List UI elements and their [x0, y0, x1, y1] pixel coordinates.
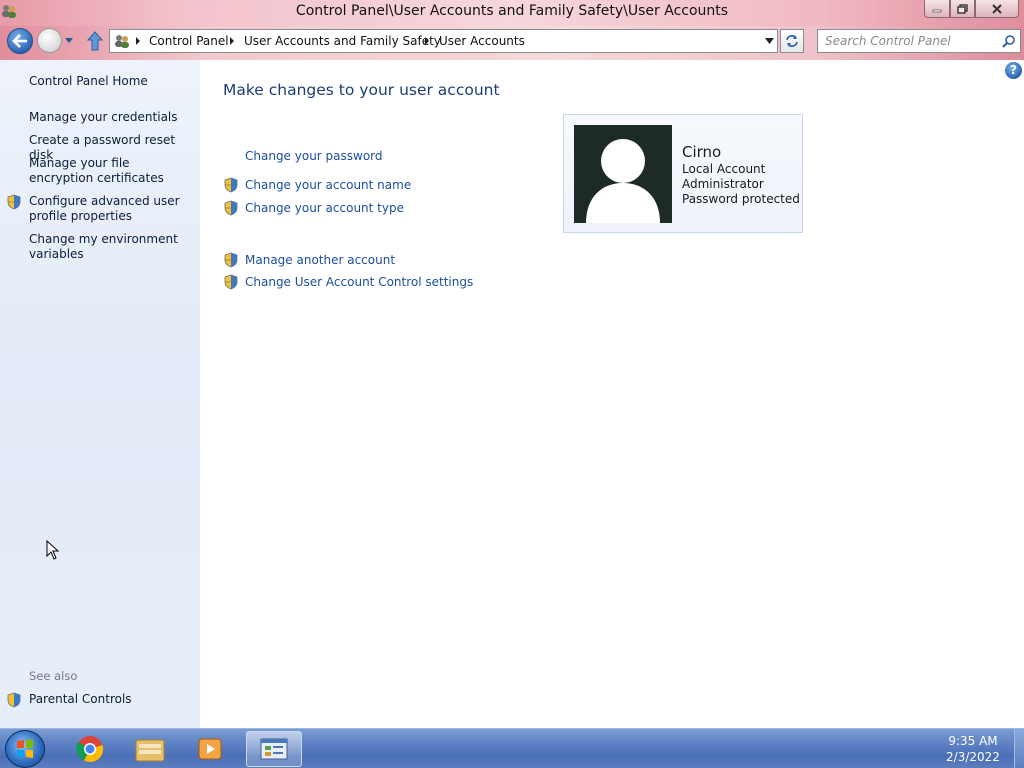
recent-pages-chevron-icon[interactable] [64, 37, 74, 45]
navigation-bar: Control Panel User Accounts and Family S… [0, 26, 1024, 60]
taskbar-file-explorer[interactable] [122, 731, 178, 767]
forward-button[interactable] [37, 28, 62, 53]
parental-controls-icon [7, 692, 21, 708]
address-dropdown-icon[interactable] [765, 38, 774, 44]
uac-shield-icon [224, 177, 238, 193]
search-box[interactable] [817, 29, 1021, 53]
window-title: Control Panel\User Accounts and Family S… [295, 3, 729, 19]
account-type: Local Account [682, 162, 766, 176]
taskbar: 9:35 AM 2/3/2022 [0, 728, 1024, 768]
uac-shield-icon [224, 200, 238, 216]
manage-credentials-link[interactable]: Manage your credentials [29, 110, 194, 125]
breadcrumb-separator-icon[interactable] [424, 36, 430, 46]
folder-icon [135, 739, 165, 762]
taskbar-media-player[interactable] [182, 731, 238, 767]
taskbar-chrome[interactable] [62, 731, 118, 767]
control-panel-home-link[interactable]: Control Panel Home [29, 74, 194, 89]
search-input[interactable] [818, 30, 998, 52]
up-arrow-icon[interactable] [86, 31, 104, 51]
uac-shield-icon [7, 194, 21, 210]
uac-shield-icon [224, 252, 238, 268]
system-clock[interactable]: 9:35 AM 2/3/2022 [936, 733, 1010, 765]
close-button[interactable] [975, 0, 1019, 18]
account-name: Cirno [682, 143, 722, 161]
parental-controls-link[interactable]: Parental Controls [29, 692, 194, 707]
back-arrow-icon [12, 34, 27, 48]
media-player-icon [198, 738, 222, 760]
uac-shield-icon [224, 274, 238, 290]
clock-time: 9:35 AM [948, 734, 998, 748]
address-bar[interactable]: Control Panel User Accounts and Family S… [109, 29, 778, 53]
title-bar: Control Panel\User Accounts and Family S… [0, 0, 1024, 26]
start-button[interactable] [5, 730, 45, 768]
restore-button[interactable] [950, 0, 975, 18]
breadcrumb-user-accounts[interactable]: User Accounts [439, 34, 525, 48]
main-content: ? Make changes to your user account Chan… [200, 60, 1024, 728]
change-account-type-link[interactable]: Change your account type [245, 201, 404, 215]
close-icon [992, 3, 1002, 14]
show-desktop-button[interactable] [1014, 729, 1024, 768]
page-title: Make changes to your user account [223, 81, 500, 99]
help-button[interactable]: ? [1005, 62, 1022, 79]
configure-advanced-profile-link[interactable]: Configure advanced user profile properti… [29, 194, 194, 224]
clock-date: 2/3/2022 [946, 750, 1000, 764]
account-card: Cirno Local Account Administrator Passwo… [563, 114, 803, 233]
search-icon[interactable] [1002, 34, 1016, 48]
control-panel-icon [115, 35, 129, 48]
refresh-icon [786, 35, 798, 47]
minimize-icon [932, 9, 942, 12]
breadcrumb-control-panel[interactable]: Control Panel [149, 34, 229, 48]
change-password-link[interactable]: Change your password [245, 149, 383, 163]
breadcrumb-separator-icon[interactable] [229, 36, 235, 46]
account-role: Administrator [682, 177, 764, 191]
windows-logo-icon [17, 739, 33, 758]
taskbar-control-panel[interactable] [246, 731, 302, 767]
user-silhouette-icon [586, 139, 660, 223]
task-pane: Control Panel Home Manage your credentia… [0, 60, 200, 728]
avatar [574, 125, 672, 223]
refresh-button[interactable] [780, 29, 804, 53]
manage-file-encryption-link[interactable]: Manage your file encryption certificates [29, 156, 194, 186]
account-status: Password protected [682, 192, 800, 206]
restore-icon [957, 3, 968, 14]
mouse-cursor-icon [46, 540, 60, 560]
see-also-heading: See also [29, 669, 78, 683]
control-panel-window-icon [260, 738, 288, 760]
breadcrumb-separator-icon[interactable] [135, 36, 141, 46]
manage-another-account-link[interactable]: Manage another account [245, 253, 395, 267]
chrome-icon [76, 736, 104, 763]
breadcrumb-user-accounts-family-safety[interactable]: User Accounts and Family Safety [244, 34, 441, 48]
back-button[interactable] [7, 28, 33, 54]
minimize-button[interactable] [924, 0, 950, 18]
change-uac-settings-link[interactable]: Change User Account Control settings [245, 275, 473, 289]
change-account-name-link[interactable]: Change your account name [245, 178, 411, 192]
change-environment-variables-link[interactable]: Change my environment variables [29, 232, 194, 262]
